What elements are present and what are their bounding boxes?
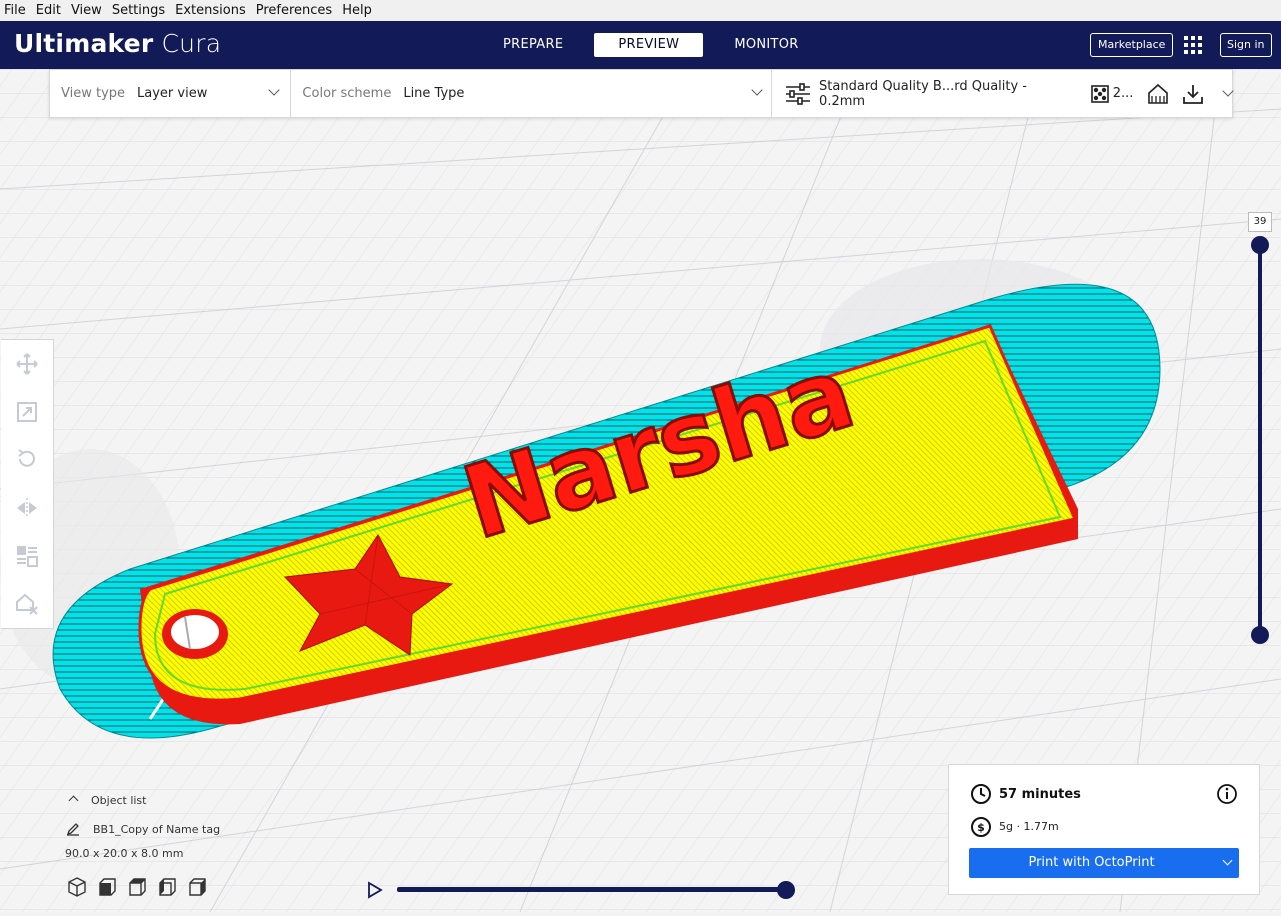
infill-icon [1091,84,1109,103]
view-left-icon[interactable] [156,876,178,898]
color-scheme-value: Line Type [403,86,465,101]
logo-brand-bold: Ultimaker [14,29,154,58]
menu-extensions[interactable]: Extensions [170,3,251,18]
object-dimensions: 90.0 x 20.0 x 8.0 mm [65,847,184,860]
layer-path-slider-handle[interactable] [777,881,795,899]
object-name: BB1_Copy of Name tag [93,823,221,836]
color-scheme-label: Color scheme [302,86,392,101]
pencil-icon[interactable] [66,822,80,836]
print-with-octoprint-button[interactable]: Print with OctoPrint [969,848,1239,878]
tab-preview[interactable]: PREVIEW [594,33,704,57]
object-list-toggle[interactable]: Object list [91,794,146,807]
apps-grid-icon[interactable] [1184,36,1202,54]
mirror-icon[interactable] [15,496,39,520]
svg-text:$: $ [977,821,985,834]
tab-prepare[interactable]: PREPARE [486,33,580,57]
print-time: 57 minutes [999,787,1081,802]
menu-edit[interactable]: Edit [31,3,66,18]
tab-monitor[interactable]: MONITOR [717,33,815,57]
view-right-icon[interactable] [186,876,208,898]
move-icon[interactable] [15,352,39,376]
menu-bar: File Edit View Settings Extensions Prefe… [0,0,1281,22]
chevron-down-icon [268,84,280,96]
view-type-value: Layer view [137,86,208,101]
print-info-panel: 57 minutes $ 5g · 1.77m Print with OctoP… [948,764,1260,895]
view-front-icon[interactable] [96,876,118,898]
print-button-label: Print with OctoPrint [1028,855,1155,870]
rotate-icon[interactable] [15,447,39,471]
info-icon[interactable] [1216,783,1238,805]
settings-sliders-icon [786,82,811,105]
scale-icon[interactable] [15,400,39,424]
print-settings-selector[interactable]: Standard Quality B...rd Quality - 0.2mm … [772,70,1234,117]
layer-path-slider-track[interactable] [397,887,787,892]
chevron-down-icon[interactable] [1222,855,1233,866]
view-top-icon[interactable] [126,876,148,898]
stage-tabs: PREPARE PREVIEW MONITOR [486,33,816,57]
play-icon[interactable] [366,881,384,899]
menu-view[interactable]: View [66,3,107,18]
color-scheme-dropdown[interactable]: Color scheme Line Type [291,70,773,117]
current-layer-number[interactable]: 39 [1248,212,1272,232]
view-type-label: View type [61,86,126,101]
view-3d-icon[interactable] [66,876,88,898]
infill-value: 2... [1112,86,1134,101]
menu-settings[interactable]: Settings [107,3,170,18]
menu-help[interactable]: Help [337,3,377,18]
menu-preferences[interactable]: Preferences [251,3,337,18]
app-logo: Ultimaker Cura [14,29,221,58]
tool-panel [1,339,54,629]
layer-slider-track[interactable] [1258,245,1262,635]
clock-icon [971,784,991,804]
menu-file[interactable]: File [0,3,31,18]
app-header: Ultimaker Cura PREPARE PREVIEW MONITOR M… [0,21,1281,69]
camera-view-buttons [66,876,208,898]
support-blocker-icon[interactable] [15,592,39,616]
marketplace-button[interactable]: Marketplace [1090,33,1174,57]
layer-slider-lower-handle[interactable] [1251,626,1269,644]
quality-profile-label: Standard Quality B...rd Quality - 0.2mm [819,78,1027,109]
sign-in-button[interactable]: Sign in [1220,33,1272,57]
chevron-down-icon[interactable] [1222,84,1234,97]
adhesion-icon [1183,84,1204,104]
view-options-bar: View type Layer view Color scheme Line T… [49,69,1234,118]
support-icon [1148,83,1169,104]
spool-icon: $ [971,817,991,837]
material-estimate: 5g · 1.77m [999,820,1059,833]
logo-brand-light: Cura [161,29,222,58]
view-type-dropdown[interactable]: View type Layer view [50,70,292,117]
layer-slider-upper-handle[interactable] [1251,236,1269,254]
chevron-down-icon [751,84,764,96]
per-model-settings-icon[interactable] [15,544,39,568]
